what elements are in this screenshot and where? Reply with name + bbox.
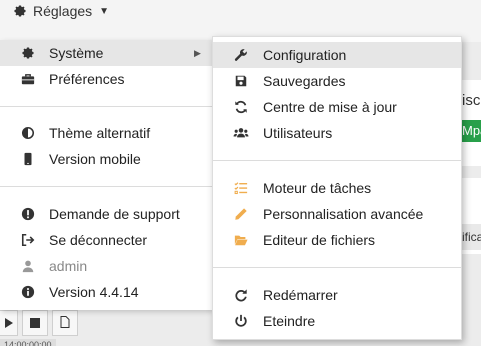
background-heading: isc <box>462 92 481 109</box>
background-green-banner: Mpa <box>462 120 481 142</box>
systeme-submenu: Configuration Sauvegardes Centre de mise… <box>212 36 462 340</box>
menu-item-label: Se déconnecter <box>49 232 148 248</box>
menu-item-demande-support[interactable]: Demande de support <box>0 201 212 227</box>
tasks-icon <box>233 180 249 196</box>
stop-button[interactable] <box>22 310 48 336</box>
submenu-item-sauvegardes[interactable]: Sauvegardes <box>213 68 461 94</box>
save-icon <box>233 73 249 89</box>
stop-icon <box>30 315 40 331</box>
user-icon <box>20 258 36 274</box>
menu-item-version-mobile[interactable]: Version mobile <box>0 146 212 172</box>
submenu-item-label: Configuration <box>263 47 347 63</box>
menu-divider <box>0 186 212 187</box>
submenu-item-label: Personnalisation avancée <box>263 206 424 222</box>
reglages-label: Réglages <box>33 3 93 19</box>
submenu-item-label: Eteindre <box>263 313 316 329</box>
submenu-item-moteur-taches[interactable]: Moteur de tâches <box>213 175 461 201</box>
submenu-item-mise-a-jour[interactable]: Centre de mise à jour <box>213 94 461 120</box>
mobile-icon <box>20 151 36 167</box>
menu-item-label: Version 4.4.14 <box>49 284 139 300</box>
submenu-item-utilisateurs[interactable]: Utilisateurs <box>213 120 461 146</box>
exclamation-circle-icon <box>20 206 36 222</box>
submenu-item-personnalisation[interactable]: Personnalisation avancée <box>213 201 461 227</box>
play-button[interactable] <box>0 310 18 336</box>
submenu-item-label: Centre de mise à jour <box>263 99 397 115</box>
half-circle-icon <box>20 125 36 141</box>
reglages-menu-button[interactable]: Réglages ▼ <box>12 2 109 20</box>
chevron-right-icon: ▶ <box>194 47 201 58</box>
caret-down-icon: ▼ <box>99 5 110 17</box>
menu-item-label: Version mobile <box>49 151 141 167</box>
playback-controls <box>0 310 78 338</box>
background-button[interactable]: ificat <box>462 224 481 250</box>
file-icon <box>60 315 70 331</box>
menu-item-preferences[interactable]: Préférences <box>0 66 212 92</box>
submenu-item-label: Utilisateurs <box>263 125 333 141</box>
submenu-item-label: Editeur de fichiers <box>263 232 376 248</box>
briefcase-icon <box>20 71 36 87</box>
menu-item-admin: admin <box>0 253 212 279</box>
power-icon <box>233 313 249 329</box>
menu-item-version[interactable]: Version 4.4.14 <box>0 279 212 305</box>
menu-item-label: Système <box>49 45 104 61</box>
gear-icon <box>12 3 28 19</box>
menu-divider <box>0 106 212 107</box>
wrench-icon <box>233 47 249 63</box>
submenu-item-label: Moteur de tâches <box>263 180 372 196</box>
play-icon <box>4 315 14 331</box>
submenu-item-editeur-fichiers[interactable]: Editeur de fichiers <box>213 227 461 253</box>
submenu-item-configuration[interactable]: Configuration <box>213 42 461 68</box>
submenu-item-label: Sauvegardes <box>263 73 346 89</box>
users-icon <box>233 125 249 141</box>
submenu-item-eteindre[interactable]: Eteindre <box>213 308 461 334</box>
submenu-item-label: Redémarrer <box>263 287 338 303</box>
submenu-item-redemarrer[interactable]: Redémarrer <box>213 282 461 308</box>
menu-item-label: Demande de support <box>49 206 180 222</box>
refresh-icon <box>233 99 249 115</box>
redo-icon <box>233 287 249 303</box>
info-icon <box>20 284 36 300</box>
menu-item-theme-alternatif[interactable]: Thème alternatif <box>0 120 212 146</box>
menu-item-label: admin <box>49 258 88 274</box>
menu-item-systeme[interactable]: Système ▶ <box>0 40 212 66</box>
settings-dropdown: Système ▶ Préférences Thème alternatif V… <box>0 40 212 310</box>
sign-out-icon <box>20 232 36 248</box>
menu-item-label: Thème alternatif <box>49 125 151 141</box>
menu-item-label: Préférences <box>49 71 125 87</box>
gear-icon <box>20 45 36 61</box>
folder-open-icon <box>233 232 249 248</box>
pencil-icon <box>233 206 249 222</box>
timestamp: 14:00:00:00 <box>0 339 56 346</box>
menu-item-se-deconnecter[interactable]: Se déconnecter <box>0 227 212 253</box>
menu-divider <box>213 160 461 161</box>
log-button[interactable] <box>52 310 78 336</box>
menu-divider <box>213 267 461 268</box>
